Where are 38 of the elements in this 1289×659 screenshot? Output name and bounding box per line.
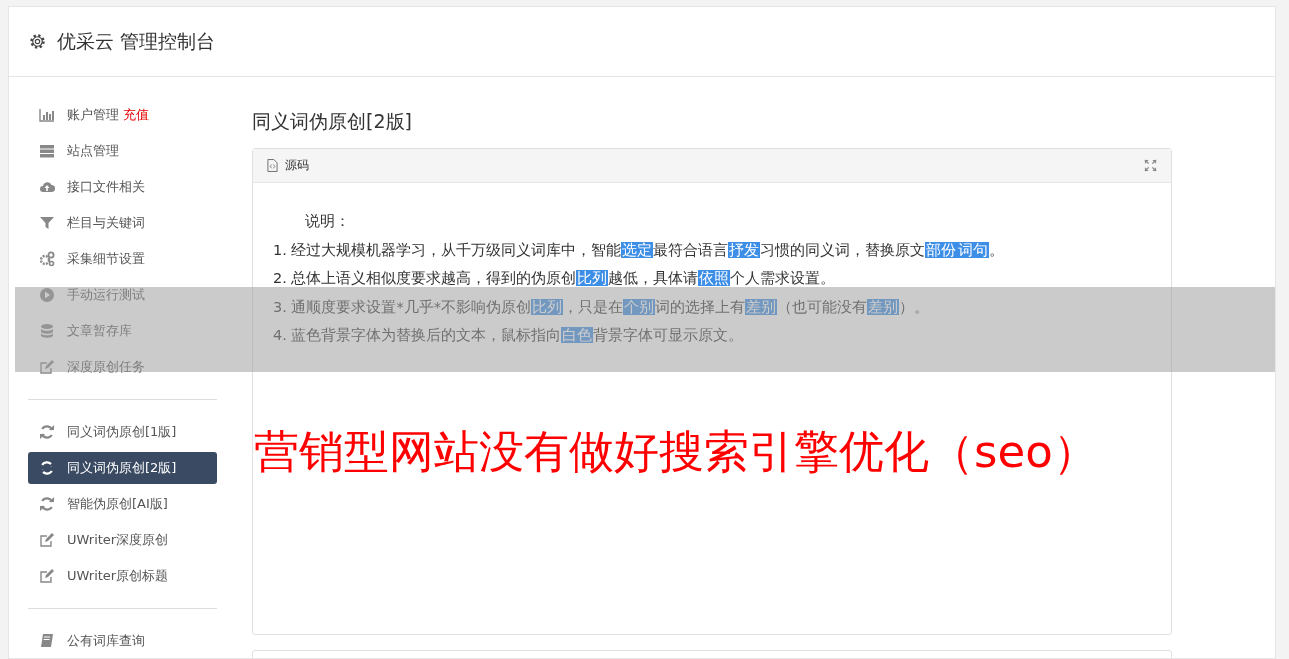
sidebar-item[interactable]: 智能伪原创[AI版] bbox=[28, 488, 217, 520]
settings-icon bbox=[28, 32, 47, 51]
sidebar-item[interactable]: 栏目与关键词 bbox=[28, 207, 217, 239]
sidebar-item[interactable]: 接口文件相关 bbox=[28, 171, 217, 203]
sidebar-item[interactable]: 公有词库查询 bbox=[28, 625, 217, 657]
recharge-link[interactable]: 充值 bbox=[123, 106, 149, 124]
cloud-upload-icon bbox=[39, 179, 55, 195]
edit-icon bbox=[39, 568, 55, 584]
database-icon bbox=[39, 323, 55, 339]
edit-icon bbox=[39, 359, 55, 375]
refresh-icon bbox=[39, 424, 55, 440]
gears-icon bbox=[39, 251, 55, 267]
sidebar-item[interactable]: 站点管理 bbox=[28, 135, 217, 167]
sidebar-item[interactable]: 同义词伪原创[2版] bbox=[28, 452, 217, 484]
overlay-caption: 营销型网站没有做好搜索引擎优化（seo） bbox=[254, 424, 1098, 480]
sidebar-item[interactable]: 同义词伪原创[1版] bbox=[28, 416, 217, 448]
note-line: 4. 蓝色背景字体为替换后的文本，鼠标指向 白色背景字体可显示原文。 bbox=[273, 326, 745, 345]
server-icon bbox=[39, 143, 55, 159]
sidebar-item[interactable]: UWriter原创标题 bbox=[28, 560, 217, 592]
sidebar-item[interactable]: 账户管理 充值 bbox=[28, 99, 217, 131]
filter-icon bbox=[39, 215, 55, 231]
refresh-icon bbox=[39, 460, 55, 476]
sidebar-item[interactable]: 采集细节设置 bbox=[28, 243, 217, 275]
expand-icon[interactable] bbox=[1144, 159, 1157, 172]
intro-text: 说明： bbox=[304, 212, 351, 231]
console-title: 优采云 管理控制台 bbox=[57, 28, 216, 54]
note-line: 1. 经过大规模机器学习，从千万级同义词库中，智能选定最符合语言抒发习惯的同义词，替换原文部份词句。 bbox=[273, 240, 1006, 260]
book-icon bbox=[39, 633, 55, 649]
note-line: 2. 总体上语义相似度要求越高，得到的伪原创 比列越低，具体请依照个人需求设置。 bbox=[273, 269, 837, 288]
chart-icon bbox=[39, 107, 55, 123]
source-tab[interactable]: 源码 bbox=[285, 157, 309, 174]
sidebar-item[interactable]: UWriter深度原创 bbox=[28, 524, 217, 556]
edit-icon bbox=[39, 532, 55, 548]
code-file-icon bbox=[267, 159, 278, 172]
refresh-icon bbox=[39, 496, 55, 512]
page-title: 同义词伪原创[2版] bbox=[252, 109, 413, 134]
note-line: 3. 通顺度要求设置*几乎*不影响伪原创 比列，只是在个别词的选择上有差别（也可能没有差别）。 bbox=[273, 297, 930, 317]
play-icon bbox=[39, 287, 55, 303]
